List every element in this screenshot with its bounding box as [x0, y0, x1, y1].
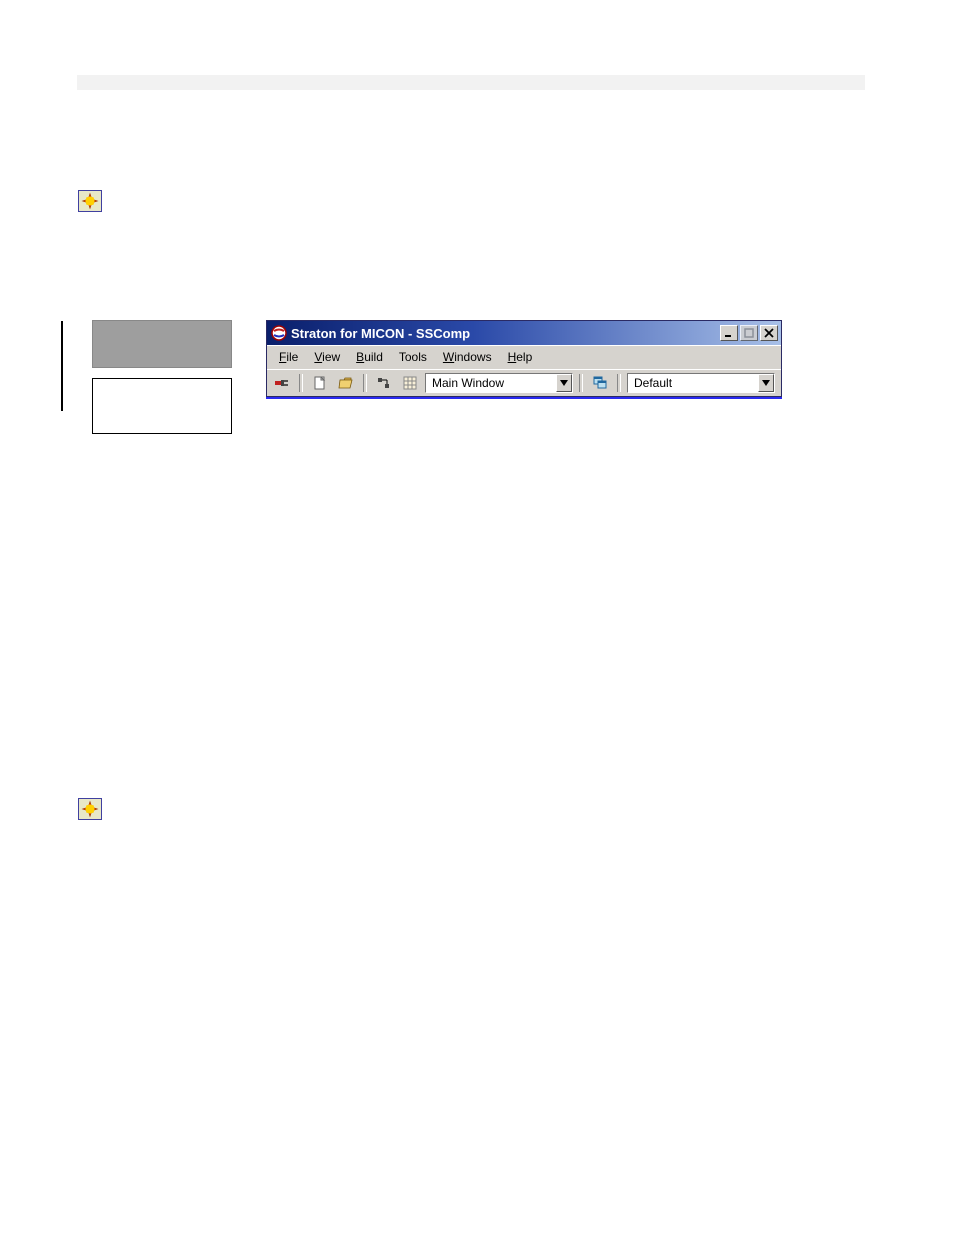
- window-title: Straton for MICON - SSComp: [291, 326, 720, 341]
- maximize-button[interactable]: [740, 325, 758, 341]
- open-button[interactable]: [335, 373, 357, 393]
- chevron-down-icon: [762, 379, 770, 387]
- app-window: Straton for MICON - SSComp File Vi: [266, 320, 782, 397]
- menu-view-rest: iew: [322, 350, 340, 364]
- starburst-icon: [78, 190, 102, 212]
- titlebar: Straton for MICON - SSComp: [267, 321, 781, 345]
- cascade-windows-icon: [592, 375, 608, 391]
- toolbar: Main Window Default: [267, 369, 781, 396]
- chevron-down-icon: [560, 379, 568, 387]
- menu-tools[interactable]: Tools: [391, 348, 435, 366]
- toolbar-separator: [299, 374, 303, 392]
- left-guideline: [61, 321, 63, 411]
- toolbar-separator: [363, 374, 367, 392]
- io-icon: [376, 375, 392, 391]
- starburst-icon: [78, 798, 102, 820]
- grid-icon: [402, 375, 418, 391]
- menu-help[interactable]: Help: [500, 348, 541, 366]
- menu-windows[interactable]: Windows: [435, 348, 500, 366]
- new-button[interactable]: [309, 373, 331, 393]
- menu-file-rest: ile: [286, 350, 298, 364]
- menu-file[interactable]: File: [271, 348, 306, 366]
- toolbar-separator: [579, 374, 583, 392]
- white-placeholder-box: [92, 378, 232, 434]
- window-underline: [266, 397, 782, 399]
- layout-selector-dropdown[interactable]: Default: [627, 373, 775, 393]
- windows-button[interactable]: [589, 373, 611, 393]
- menu-help-rest: elp: [516, 350, 532, 364]
- gray-placeholder-box: [92, 320, 232, 368]
- window-selector-value: Main Window: [426, 376, 556, 390]
- menubar: File View Build Tools Windows Help: [267, 345, 781, 369]
- layout-selector-value: Default: [628, 376, 758, 390]
- close-button[interactable]: [760, 325, 778, 341]
- menu-build[interactable]: Build: [348, 348, 391, 366]
- menu-windows-rest: indows: [454, 350, 491, 364]
- dropdown-arrow-button[interactable]: [556, 374, 572, 392]
- menu-build-rest: uild: [364, 350, 383, 364]
- grid-button[interactable]: [399, 373, 421, 393]
- connect-button[interactable]: [271, 373, 293, 393]
- dropdown-arrow-button[interactable]: [758, 374, 774, 392]
- io-button[interactable]: [373, 373, 395, 393]
- window-selector-dropdown[interactable]: Main Window: [425, 373, 573, 393]
- menu-view[interactable]: View: [306, 348, 348, 366]
- toolbar-separator: [617, 374, 621, 392]
- new-document-icon: [312, 375, 328, 391]
- open-folder-icon: [338, 375, 354, 391]
- top-gray-bar: [77, 75, 865, 90]
- app-icon: [271, 325, 287, 341]
- plug-icon: [274, 375, 290, 391]
- minimize-button[interactable]: [720, 325, 738, 341]
